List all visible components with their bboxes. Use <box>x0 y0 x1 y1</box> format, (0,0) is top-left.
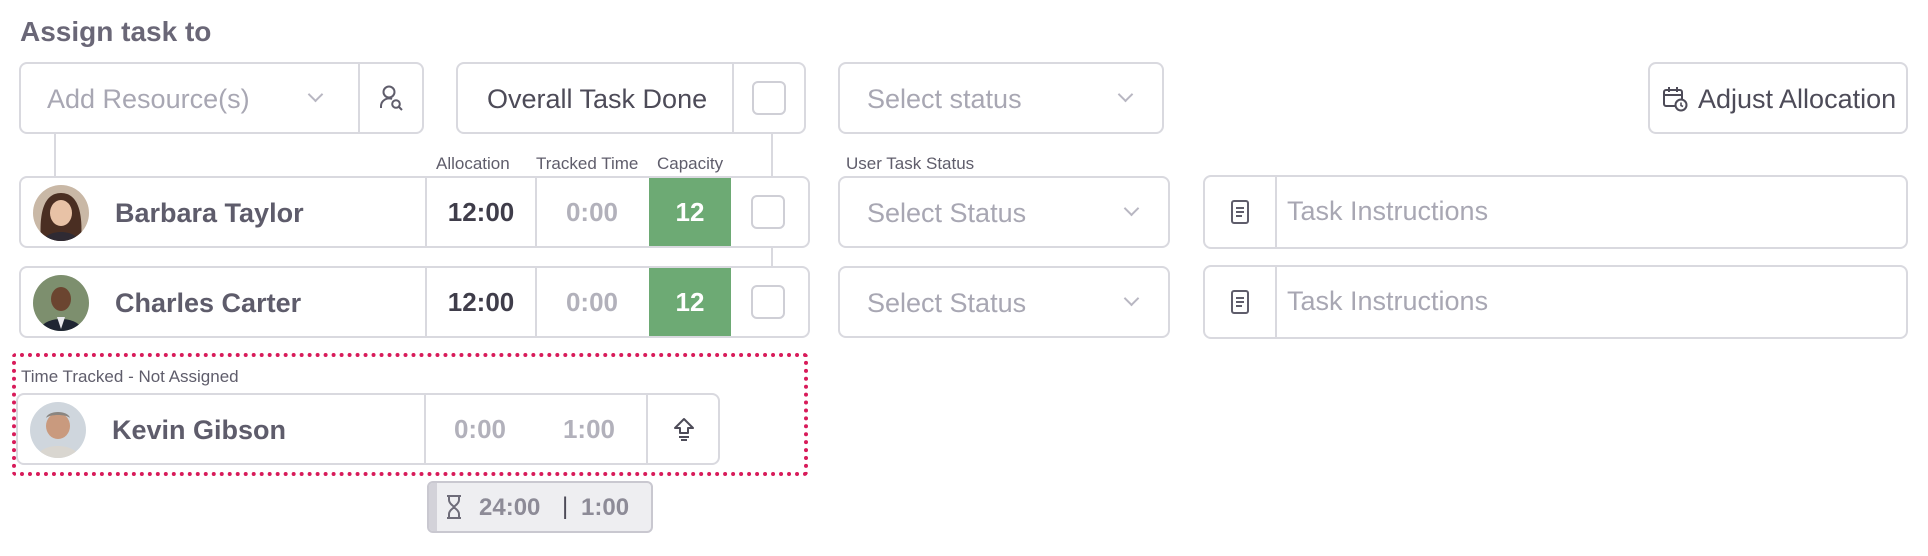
person-search-icon[interactable] <box>360 64 424 132</box>
user-task-done-checkbox[interactable] <box>751 195 785 229</box>
chevron-down-icon[interactable] <box>307 86 324 103</box>
status-select-placeholder: Select status <box>867 84 1022 114</box>
add-resource-control: Add Resource(s) <box>19 62 424 134</box>
user-status-placeholder: Select Status <box>867 198 1027 228</box>
column-header-allocation: Allocation <box>436 154 510 173</box>
tracked-time-value: 0:00 <box>565 196 619 227</box>
assign-up-arrow-icon[interactable] <box>648 395 718 463</box>
chevron-down-icon <box>1117 86 1134 103</box>
total-allocation: 24:00 <box>479 494 541 521</box>
column-header-capacity: Capacity <box>657 154 724 173</box>
totals-separator: | <box>562 493 569 520</box>
avatar <box>33 185 89 241</box>
adjust-allocation-label: Adjust Allocation <box>1698 84 1897 114</box>
overall-task-done-checkbox[interactable] <box>752 81 786 115</box>
unassigned-tracked-value: 1:00 <box>562 413 616 444</box>
user-task-done-checkbox[interactable] <box>751 285 785 319</box>
section-title: Assign task to <box>20 16 212 47</box>
task-instructions-placeholder: Task Instructions <box>1287 196 1489 226</box>
adjust-allocation-button[interactable]: Adjust Allocation <box>1648 62 1908 134</box>
assignee-name: Charles Carter <box>115 288 302 318</box>
connector-line <box>771 134 773 176</box>
capacity-badge: 12 <box>649 178 731 246</box>
avatar <box>33 275 89 331</box>
overall-task-done-control: Overall Task Done <box>456 62 806 134</box>
unassigned-row: Kevin Gibson 0:00 1:00 <box>16 393 720 465</box>
user-status-select[interactable]: Select Status <box>838 266 1170 338</box>
user-status-placeholder: Select Status <box>867 288 1027 318</box>
assignee-name: Barbara Taylor <box>115 198 304 228</box>
user-status-select[interactable]: Select Status <box>838 176 1170 248</box>
unassigned-name: Kevin Gibson <box>112 415 287 445</box>
document-icon <box>1205 177 1275 247</box>
connector-line <box>771 246 773 268</box>
connector-line <box>54 134 56 180</box>
unassigned-label: Time Tracked - Not Assigned <box>21 367 239 386</box>
task-instructions-field[interactable]: Task Instructions <box>1203 175 1908 249</box>
assignee-row: Charles Carter 12:00 0:00 12 <box>19 266 810 338</box>
chevron-down-icon <box>1123 200 1140 217</box>
totals-badge: 24:00 | 1:00 <box>427 481 653 533</box>
task-instructions-placeholder: Task Instructions <box>1287 286 1489 316</box>
allocation-value[interactable]: 12:00 <box>427 268 535 336</box>
avatar <box>30 402 86 458</box>
capacity-badge: 12 <box>649 268 731 336</box>
task-instructions-field[interactable]: Task Instructions <box>1203 265 1908 339</box>
total-tracked: 1:00 <box>581 494 630 521</box>
add-resource-placeholder[interactable]: Add Resource(s) <box>47 84 250 115</box>
allocation-value[interactable]: 12:00 <box>427 178 535 246</box>
hourglass-icon <box>445 494 463 525</box>
column-header-user-task-status: User Task Status <box>846 154 975 173</box>
status-select[interactable]: Select status <box>838 62 1164 134</box>
overall-task-done-label: Overall Task Done <box>487 84 708 114</box>
assignee-row: Barbara Taylor 12:00 0:00 12 <box>19 176 810 248</box>
document-icon <box>1205 267 1275 337</box>
calendar-clock-icon <box>1662 86 1688 117</box>
unassigned-allocation-value: 0:00 <box>453 413 507 444</box>
column-header-tracked-time: Tracked Time <box>536 154 639 173</box>
chevron-down-icon <box>1123 290 1140 307</box>
tracked-time-value: 0:00 <box>565 286 619 317</box>
